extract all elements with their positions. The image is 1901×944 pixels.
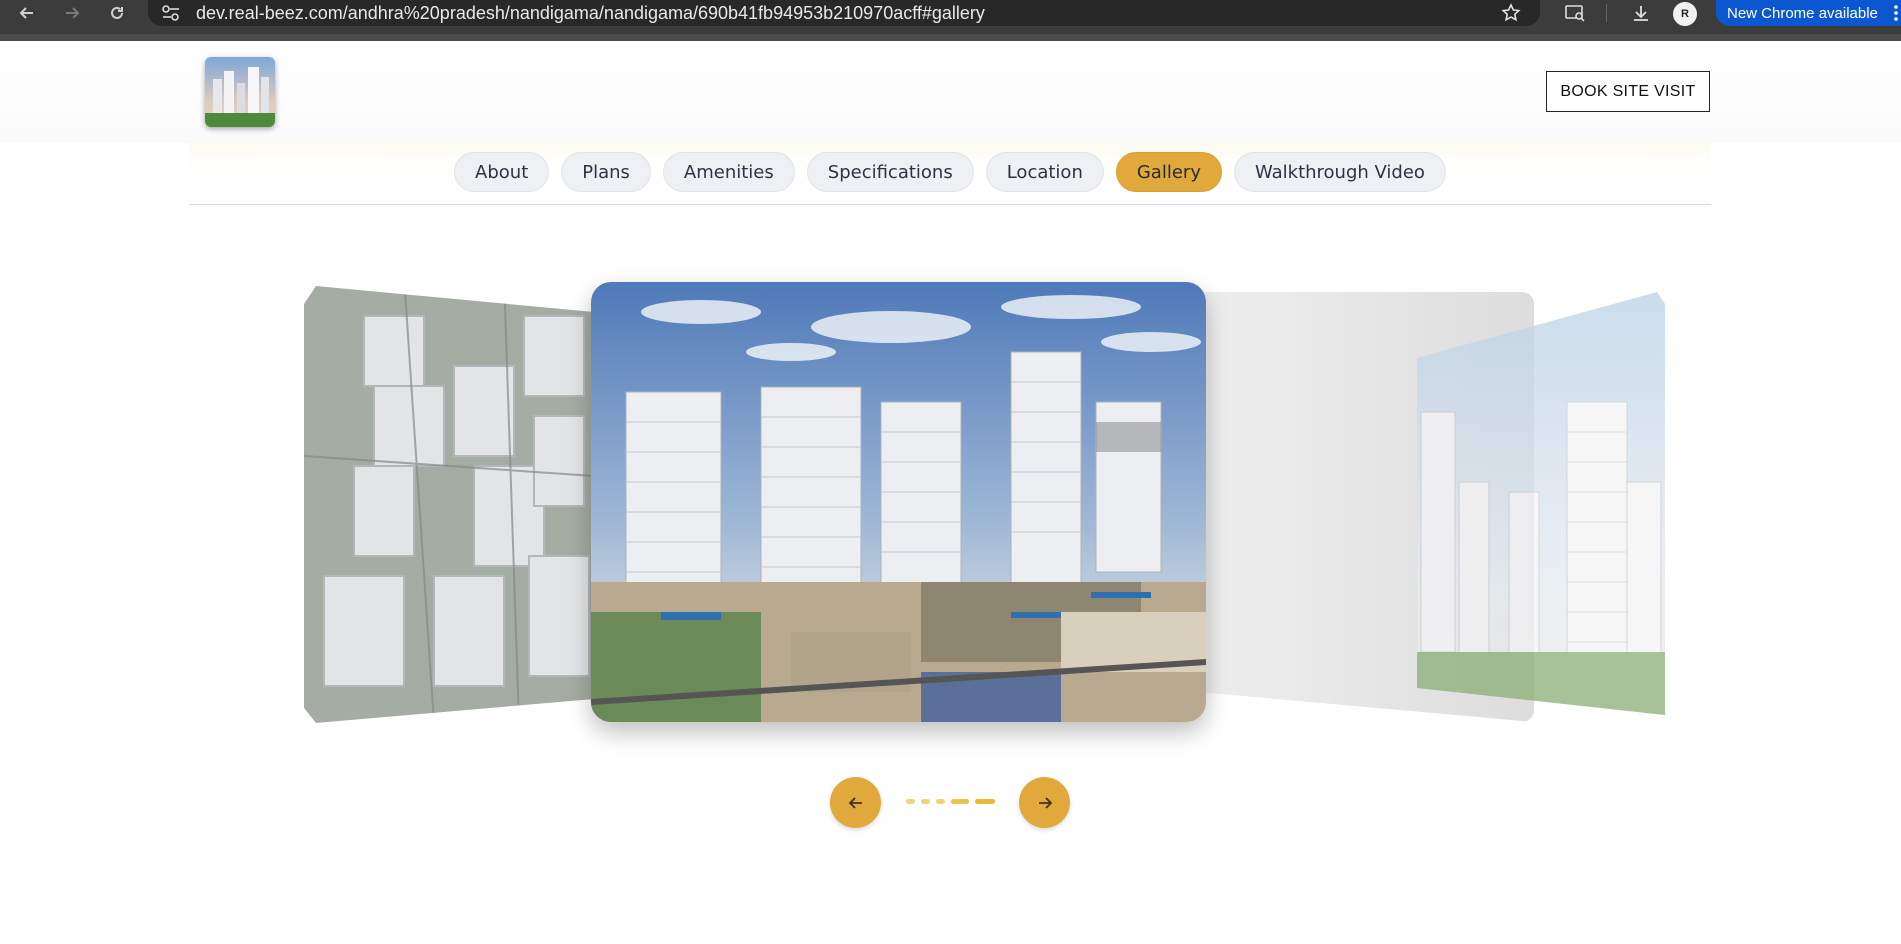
book-site-visit-button[interactable]: BOOK SITE VISIT xyxy=(1546,71,1710,112)
project-logo[interactable] xyxy=(205,57,275,127)
aerial-view-image[interactable] xyxy=(304,286,594,723)
toolbar-separator xyxy=(1606,4,1607,22)
next-slide-button[interactable] xyxy=(1019,777,1070,828)
pagination-dot-4[interactable] xyxy=(951,798,969,804)
previous-slide-button[interactable] xyxy=(830,777,881,828)
new-chrome-label: New Chrome available xyxy=(1727,4,1878,22)
pagination-dot-3[interactable] xyxy=(936,798,945,804)
pagination-dot-2[interactable] xyxy=(921,798,930,804)
tab-amenities[interactable]: Amenities xyxy=(662,152,795,192)
site-info-icon[interactable] xyxy=(160,3,182,23)
tab-walkthrough-video[interactable]: Walkthrough Video xyxy=(1233,152,1446,192)
new-chrome-available-button[interactable]: New Chrome available xyxy=(1716,0,1901,26)
tab-specifications[interactable]: Specifications xyxy=(806,152,974,192)
lens-icon[interactable] xyxy=(1562,0,1588,26)
reload-icon[interactable] xyxy=(104,0,130,26)
url-text[interactable]: dev.real-beez.com/andhra%20pradesh/nandi… xyxy=(196,3,985,24)
section-tabs: About Plans Amenities Specifications Loc… xyxy=(189,142,1711,205)
address-bar[interactable]: dev.real-beez.com/andhra%20pradesh/nandi… xyxy=(148,0,1540,26)
tab-gallery[interactable]: Gallery xyxy=(1115,152,1222,192)
tab-location[interactable]: Location xyxy=(985,152,1104,192)
carousel-pagination xyxy=(906,798,995,804)
arrow-right-icon xyxy=(1038,796,1052,809)
bookmark-star-icon[interactable] xyxy=(1498,0,1524,26)
kebab-menu-icon[interactable] xyxy=(1893,4,1899,26)
browser-toolbar: dev.real-beez.com/andhra%20pradesh/nandi… xyxy=(0,0,1901,42)
profile-avatar[interactable]: R xyxy=(1673,2,1697,26)
forward-icon[interactable] xyxy=(59,0,85,26)
tab-about[interactable]: About xyxy=(454,152,550,192)
pagination-dot-5-active[interactable] xyxy=(975,798,995,804)
rendered-towers-image[interactable] xyxy=(1417,292,1665,715)
pagination-dot-1[interactable] xyxy=(906,798,915,804)
arrow-left-icon xyxy=(848,796,862,809)
download-icon[interactable] xyxy=(1628,0,1654,26)
back-icon[interactable] xyxy=(14,0,40,26)
towers-construction-image[interactable] xyxy=(591,282,1206,722)
gallery-carousel xyxy=(0,270,1901,740)
tab-plans[interactable]: Plans xyxy=(561,152,651,192)
